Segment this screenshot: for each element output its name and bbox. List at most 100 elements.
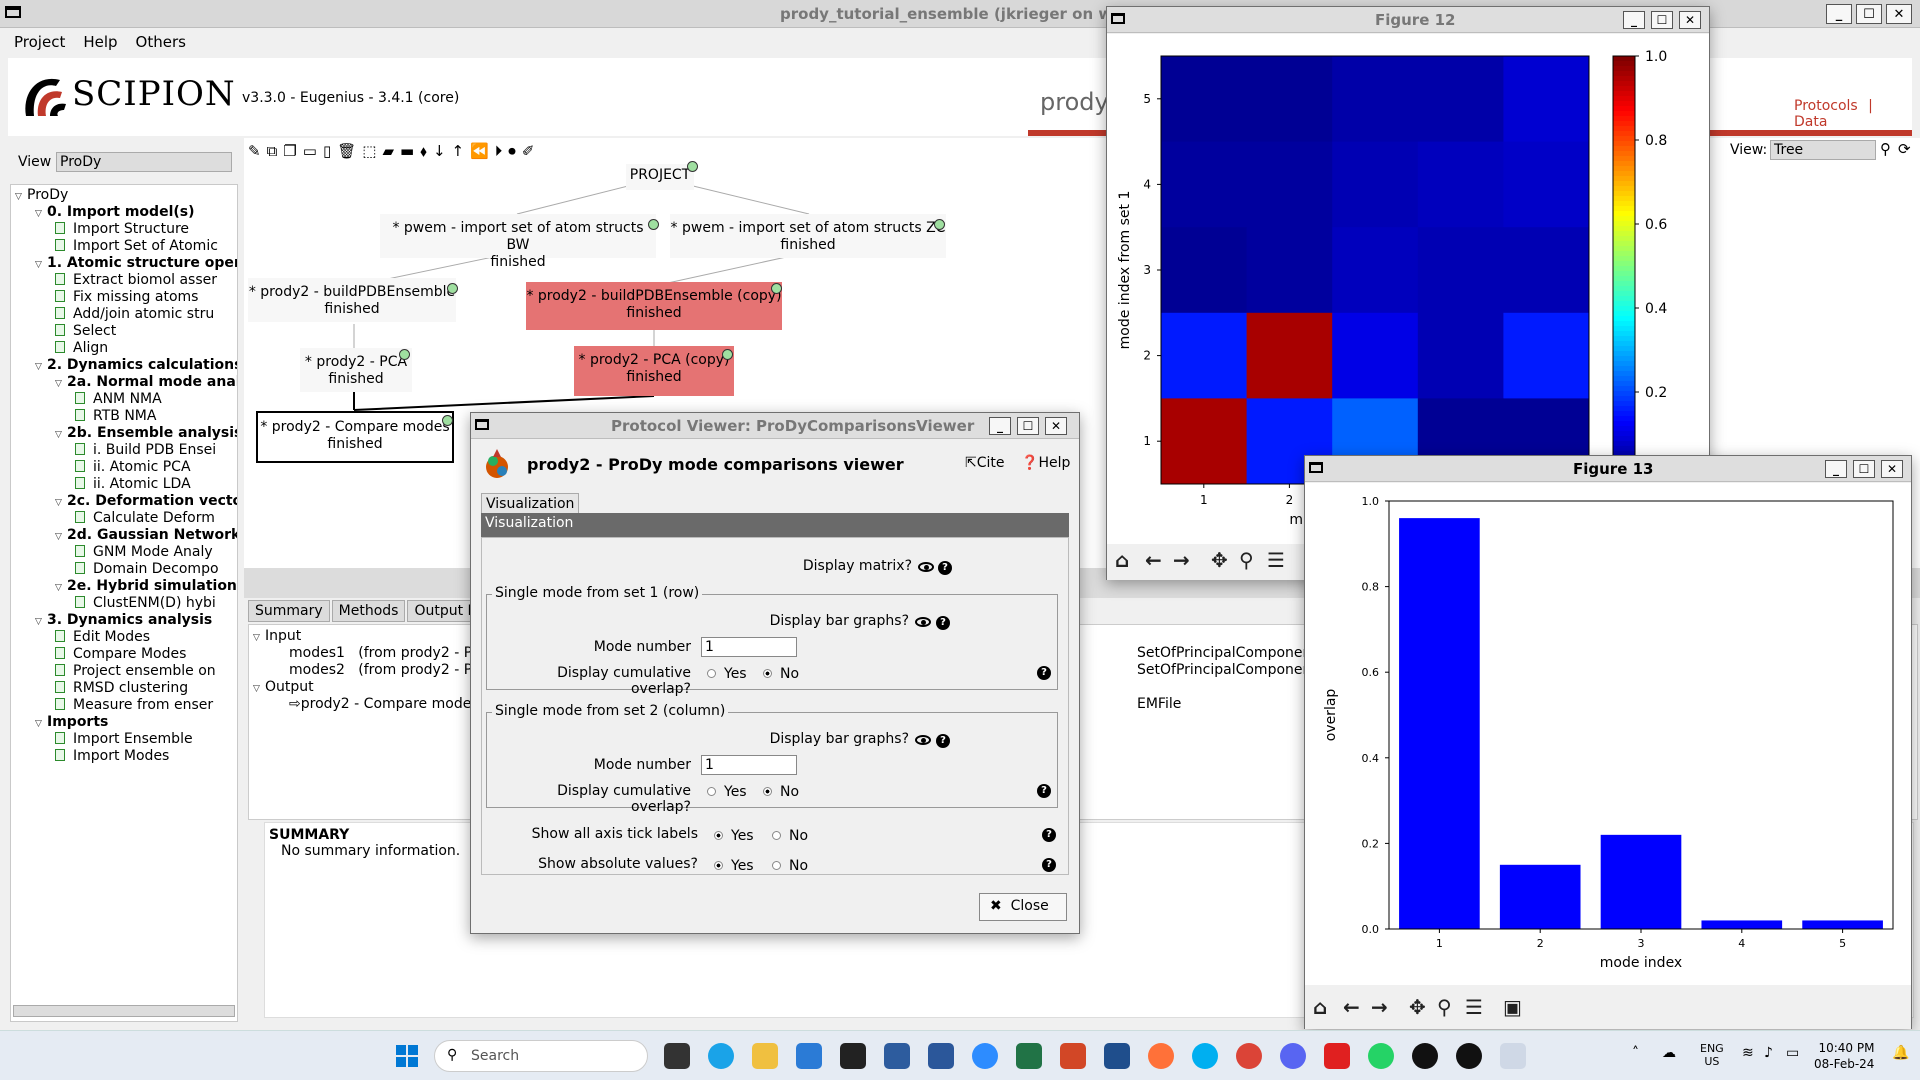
minimize-button[interactable]: _ xyxy=(1623,11,1645,29)
cite-button[interactable]: ⇱Cite xyxy=(965,455,1005,471)
close-dialog-button[interactable]: ✖ Close xyxy=(979,893,1067,921)
powershell-icon[interactable] xyxy=(884,1043,910,1069)
help-icon[interactable]: ? xyxy=(936,734,950,748)
tree-protocol-item[interactable]: RTB NMA xyxy=(75,408,156,425)
expand-arrow-icon[interactable]: ▽ xyxy=(253,681,265,698)
close-button[interactable]: ✕ xyxy=(1881,460,1903,478)
tab-visualization[interactable]: Visualization xyxy=(481,493,580,515)
discord-icon[interactable] xyxy=(1280,1043,1306,1069)
language-indicator[interactable]: ENG US xyxy=(1700,1042,1724,1068)
tick-labels-yes-radio[interactable]: Yes xyxy=(714,828,754,844)
graph-node-pca-copy[interactable]: * prody2 - PCA (copy) finished xyxy=(574,346,734,396)
help-button[interactable]: ❓Help xyxy=(1021,455,1070,471)
tree-protocol-item[interactable]: Import Set of Atomic xyxy=(55,238,218,255)
tree-protocol-item[interactable]: Add/join atomic stru xyxy=(55,306,214,323)
tree-protocol-item[interactable]: Calculate Deform xyxy=(75,510,215,527)
expand-arrow-icon[interactable]: ▽ xyxy=(55,427,67,444)
input-row-modes1[interactable]: modes1 (from prody2 - PC xyxy=(289,645,482,662)
task-view-icon[interactable] xyxy=(664,1043,690,1069)
minimize-button[interactable]: _ xyxy=(1826,4,1852,24)
expand-arrow-icon[interactable]: ▽ xyxy=(35,359,47,376)
tree-protocol-item[interactable]: ii. Atomic PCA xyxy=(75,459,191,476)
graph-node-buildpdbensemble[interactable]: * prody2 - buildPDBEnsemble finished xyxy=(248,278,456,322)
volume-icon[interactable]: ♪ xyxy=(1764,1045,1773,1061)
project-node[interactable]: PROJECT xyxy=(626,164,694,190)
absolute-yes-radio[interactable]: Yes xyxy=(714,858,754,874)
tree-protocol-item[interactable]: Import Modes xyxy=(55,748,169,765)
close-button[interactable]: ✕ xyxy=(1045,417,1067,435)
tab-summary[interactable]: Summary xyxy=(248,600,330,622)
mode-number-input[interactable]: 1 xyxy=(701,755,797,775)
minimize-button[interactable]: _ xyxy=(1825,460,1847,478)
tree-protocol-item[interactable]: ANM NMA xyxy=(75,391,162,408)
help-icon[interactable]: ? xyxy=(938,561,952,575)
minimize-button[interactable]: _ xyxy=(989,417,1011,435)
expand-arrow-icon[interactable]: ▽ xyxy=(55,495,67,512)
expand-arrow-icon[interactable]: ▽ xyxy=(35,614,47,631)
protocols-link[interactable]: Protocols xyxy=(1794,98,1858,114)
configure-icon[interactable]: ☰ xyxy=(1267,548,1285,572)
absolute-no-radio[interactable]: No xyxy=(772,858,808,874)
configure-icon[interactable]: ☰ xyxy=(1465,995,1483,1019)
powerpoint-icon[interactable] xyxy=(1060,1043,1086,1069)
excel-icon[interactable] xyxy=(1016,1043,1042,1069)
cumulative-yes-radio[interactable]: Yes xyxy=(707,666,747,682)
notification-icon[interactable]: 🔔 xyxy=(1892,1045,1909,1061)
back-icon[interactable]: ← xyxy=(1343,995,1360,1019)
eye-icon[interactable] xyxy=(915,617,931,627)
tree-protocol-item[interactable]: Fix missing atoms xyxy=(55,289,198,306)
scipion-app-icon[interactable] xyxy=(1412,1043,1438,1069)
tree-protocol-item[interactable]: GNM Mode Analy xyxy=(75,544,213,561)
eye-icon[interactable] xyxy=(915,735,931,745)
chrome-icon[interactable] xyxy=(1236,1043,1262,1069)
home-icon[interactable]: ⌂ xyxy=(1115,548,1129,572)
tree-scrollbar[interactable] xyxy=(13,1005,235,1017)
tree-protocol-item[interactable]: i. Build PDB Ensei xyxy=(75,442,216,459)
expand-arrow-icon[interactable]: ▽ xyxy=(55,376,67,393)
data-link[interactable]: Data xyxy=(1794,114,1827,130)
close-button[interactable]: ✕ xyxy=(1886,4,1912,24)
input-row-modes2[interactable]: modes2 (from prody2 - PC xyxy=(289,662,482,679)
skype-icon[interactable] xyxy=(1192,1043,1218,1069)
tree-protocol-item[interactable]: ii. Atomic LDA xyxy=(75,476,191,493)
expand-arrow-icon[interactable]: ▽ xyxy=(35,257,47,274)
eye-icon[interactable] xyxy=(918,562,934,572)
tab-methods[interactable]: Methods xyxy=(331,600,406,622)
expand-arrow-icon[interactable]: ▽ xyxy=(35,206,47,223)
home-icon[interactable]: ⌂ xyxy=(1313,995,1327,1019)
tree-protocol-item[interactable]: Measure from enser xyxy=(55,697,213,714)
help-icon[interactable]: ? xyxy=(1037,666,1051,680)
save-icon[interactable]: ▣ xyxy=(1503,995,1522,1019)
output-row[interactable]: ⇨prody2 - Compare modes xyxy=(289,696,479,713)
graph-node-compare-modes[interactable]: * prody2 - Compare modes finished xyxy=(256,411,454,463)
tree-protocol-item[interactable]: Domain Decompo xyxy=(75,561,219,578)
taskbar-search[interactable]: ⚲ Search xyxy=(434,1040,648,1072)
firefox-icon[interactable] xyxy=(1148,1043,1174,1069)
tree-protocol-item[interactable]: Extract biomol asser xyxy=(55,272,217,289)
terminal-icon[interactable] xyxy=(840,1043,866,1069)
acrobat-icon[interactable] xyxy=(1324,1043,1350,1069)
chevron-up-icon[interactable]: ˄ xyxy=(1632,1045,1639,1061)
pan-icon[interactable]: ✥ xyxy=(1211,548,1228,572)
tree-protocol-item[interactable]: Edit Modes xyxy=(55,629,150,646)
menu-help[interactable]: Help xyxy=(83,33,117,51)
cumulative-no-radio[interactable]: No xyxy=(763,666,799,682)
cumulative-yes-radio[interactable]: Yes xyxy=(707,784,747,800)
graph-node-pca[interactable]: * prody2 - PCA finished xyxy=(300,348,412,392)
forward-icon[interactable]: → xyxy=(1173,548,1190,572)
file-explorer-icon[interactable] xyxy=(752,1043,778,1069)
graph-node-zc[interactable]: * pwem - import set of atom structs ZC f… xyxy=(670,214,946,258)
maximize-button[interactable]: ☐ xyxy=(1651,11,1673,29)
graph-node-bw[interactable]: * pwem - import set of atom structs BW f… xyxy=(380,214,656,270)
pan-icon[interactable]: ✥ xyxy=(1409,995,1426,1019)
vscode-icon[interactable] xyxy=(796,1043,822,1069)
cumulative-no-radio[interactable]: No xyxy=(763,784,799,800)
zoom-icon[interactable]: ⚲ xyxy=(1239,548,1254,572)
expand-arrow-icon[interactable]: ▽ xyxy=(55,529,67,546)
expand-arrow-icon[interactable]: ▽ xyxy=(15,189,27,206)
tree-protocol-item[interactable]: Align xyxy=(55,340,108,357)
maximize-button[interactable]: ☐ xyxy=(1853,460,1875,478)
tree-protocol-item[interactable]: Import Structure xyxy=(55,221,189,238)
battery-icon[interactable]: ▭ xyxy=(1786,1045,1799,1061)
zoom-icon[interactable]: ⚲ xyxy=(1437,995,1452,1019)
